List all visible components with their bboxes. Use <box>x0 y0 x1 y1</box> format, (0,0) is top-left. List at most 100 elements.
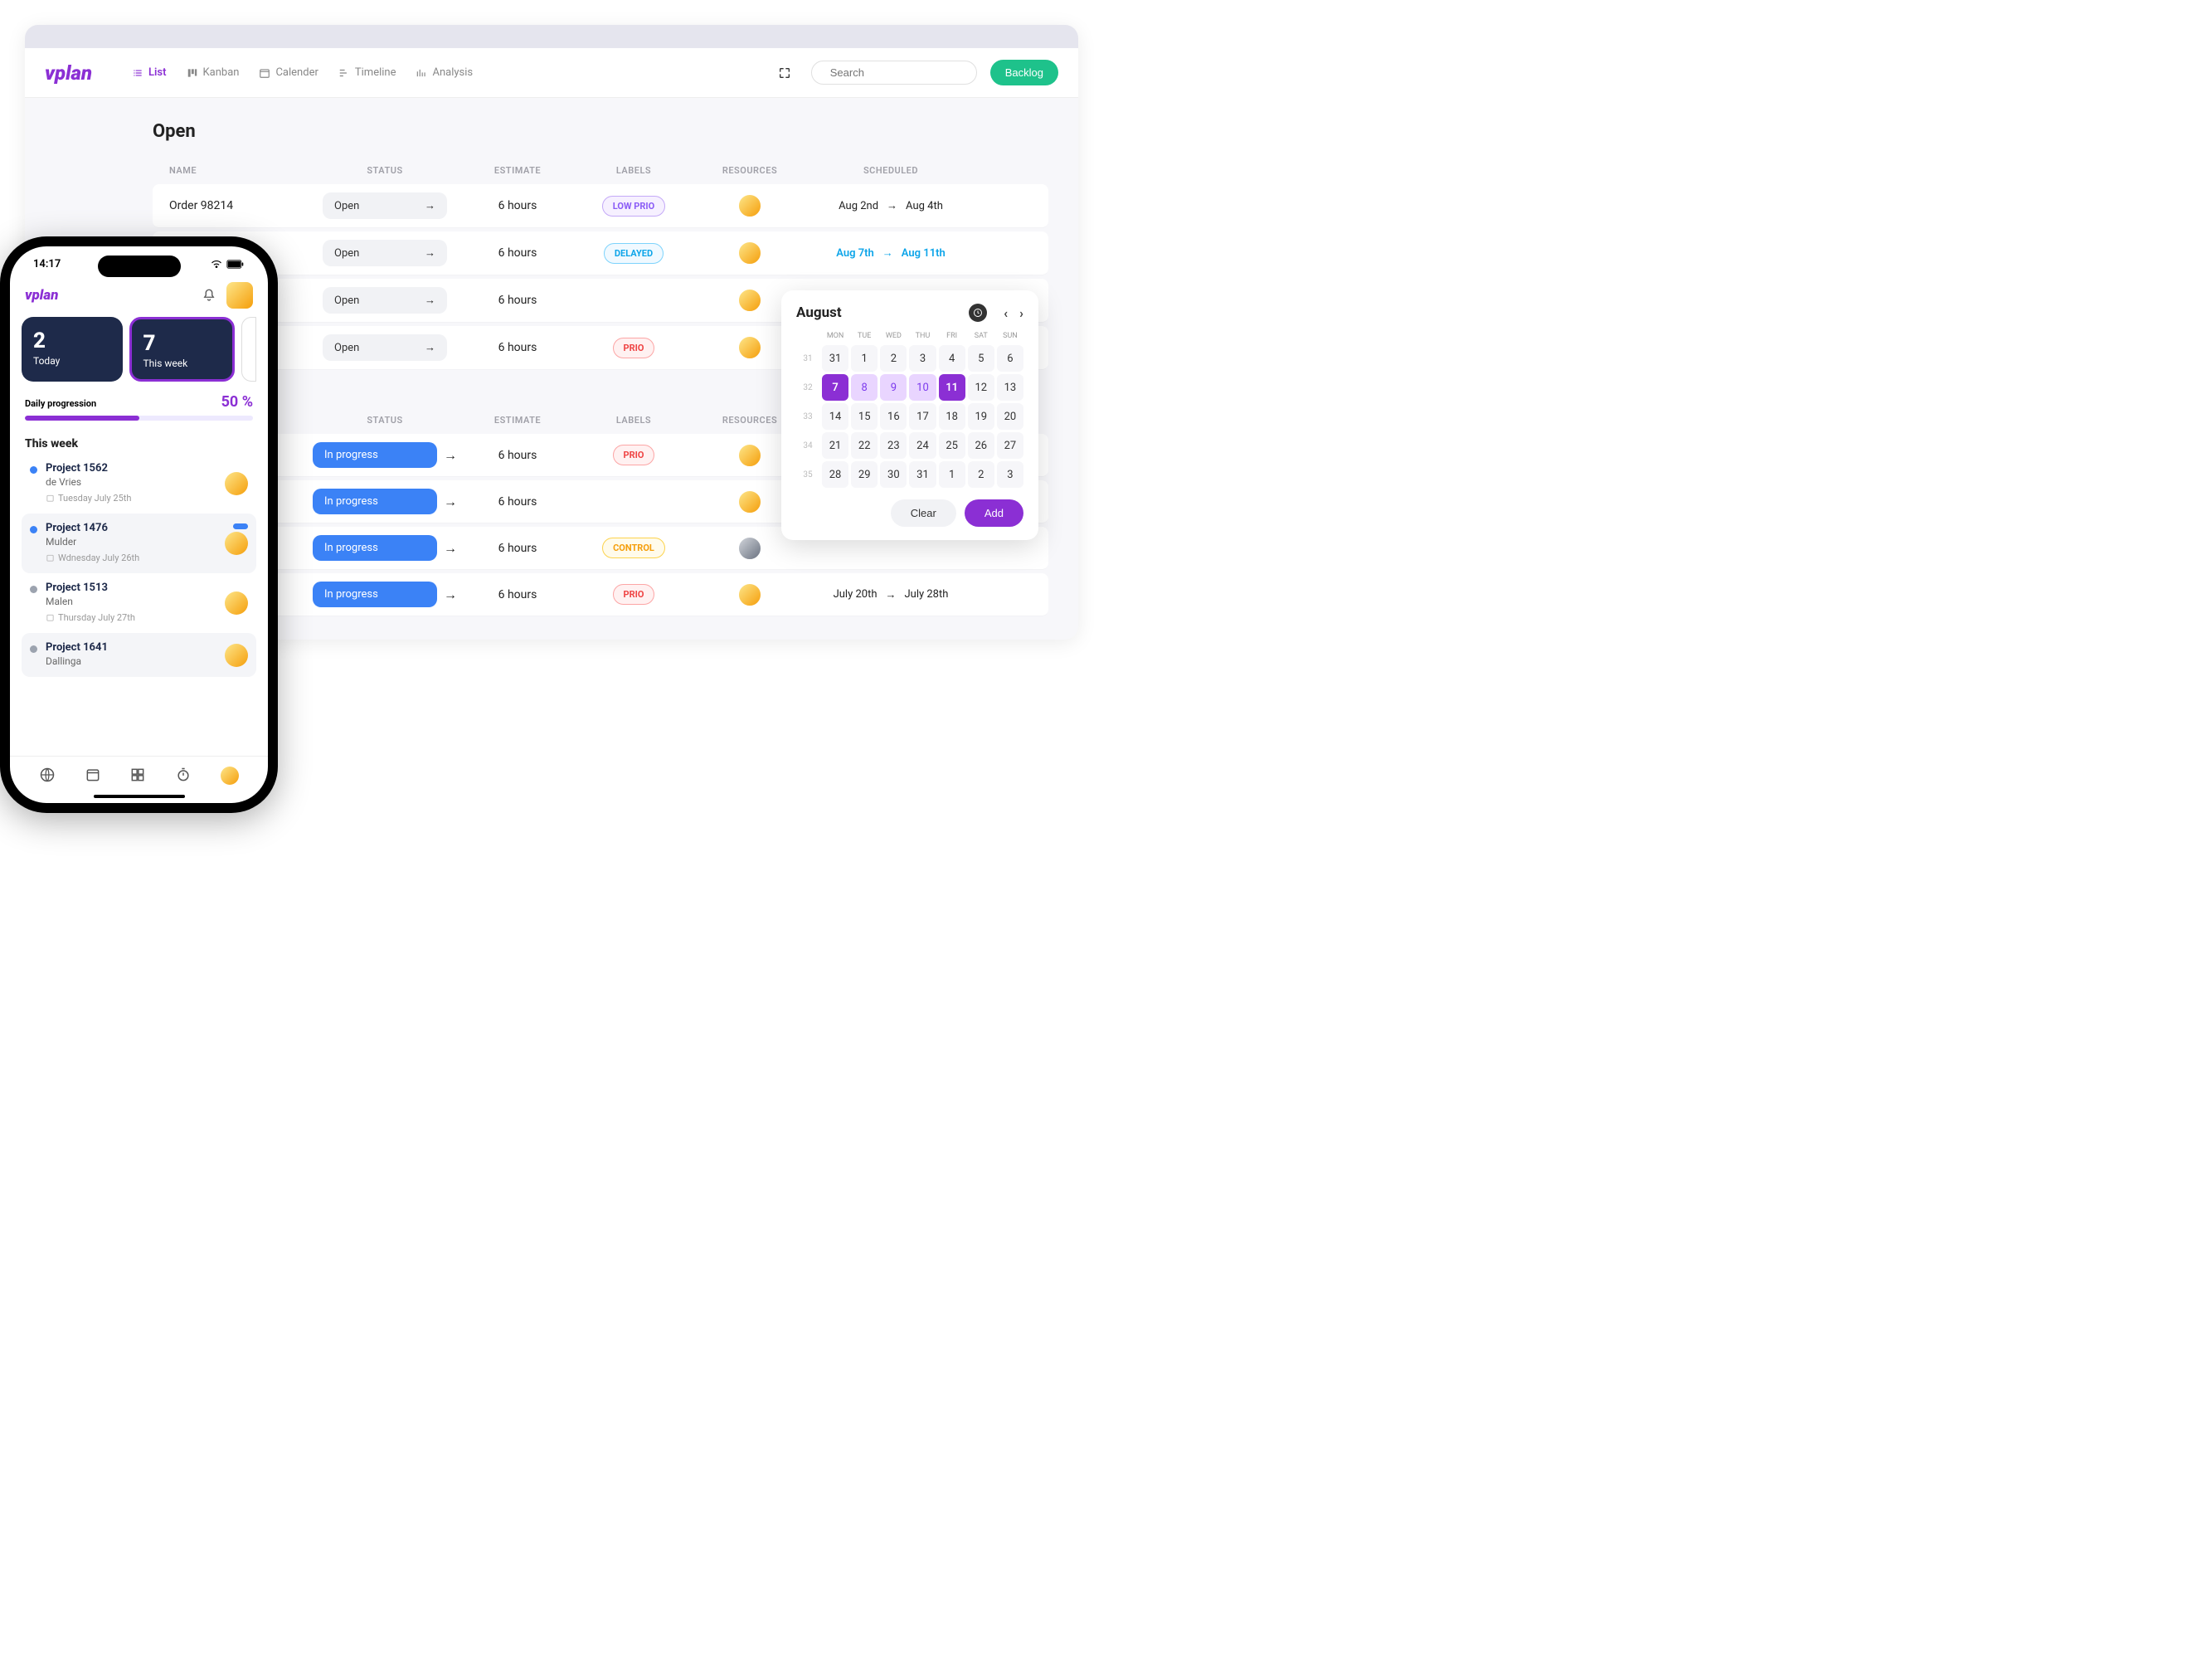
avatar[interactable] <box>737 536 762 561</box>
dp-day[interactable]: 20 <box>997 403 1023 430</box>
stat-card-week[interactable]: 7 This week <box>129 317 236 382</box>
dp-day[interactable]: 21 <box>822 432 848 459</box>
dp-day[interactable]: 3 <box>997 461 1023 488</box>
dp-day[interactable]: 15 <box>851 403 878 430</box>
expand-icon[interactable] <box>778 66 791 80</box>
tab-analysis[interactable]: Analysis <box>416 66 473 79</box>
avatar[interactable] <box>737 288 762 313</box>
dp-day[interactable]: 9 <box>880 374 907 401</box>
stopwatch-icon[interactable] <box>175 767 192 783</box>
dp-day[interactable]: 28 <box>822 461 848 488</box>
cell-scheduled[interactable]: July 20th→July 28th <box>808 588 974 601</box>
dp-day[interactable]: 5 <box>968 345 994 372</box>
list-item[interactable]: Project 1562 de Vries Tuesday July 25th <box>22 454 256 514</box>
calendar-icon <box>259 67 270 79</box>
dp-day[interactable]: 6 <box>997 345 1023 372</box>
tab-avatar[interactable] <box>221 767 239 785</box>
dp-day[interactable]: 30 <box>880 461 907 488</box>
avatar[interactable] <box>225 472 248 495</box>
dp-day[interactable]: 1 <box>851 345 878 372</box>
table-row[interactable]: Order 98214 Open→ 6 hours LOW PRIO Aug 2… <box>153 184 1048 228</box>
avatar[interactable] <box>225 644 248 667</box>
status-pill[interactable]: In progress <box>313 582 437 607</box>
backlog-button[interactable]: Backlog <box>990 60 1058 85</box>
stat-card-peek[interactable] <box>241 317 256 382</box>
dp-day[interactable]: 7 <box>822 374 848 401</box>
status-pill[interactable]: In progress <box>313 489 437 514</box>
dp-add-button[interactable]: Add <box>965 499 1023 527</box>
dp-day[interactable]: 17 <box>909 403 936 430</box>
clock-icon[interactable] <box>969 304 987 322</box>
dp-day[interactable]: 10 <box>909 374 936 401</box>
progress-value: 50 % <box>221 393 253 411</box>
dp-day[interactable]: 2 <box>880 345 907 372</box>
dp-day[interactable]: 26 <box>968 432 994 459</box>
search-box[interactable] <box>811 61 977 85</box>
status-pill[interactable]: Open→ <box>323 192 447 219</box>
dp-dow-cell: FRI <box>939 332 965 340</box>
dp-day[interactable]: 1 <box>939 461 965 488</box>
avatar[interactable] <box>737 443 762 468</box>
user-avatar[interactable] <box>226 282 253 309</box>
dp-day[interactable]: 18 <box>939 403 965 430</box>
table-row[interactable]: Open→ 6 hours DELAYED Aug 7th→Aug 11th <box>153 231 1048 275</box>
globe-icon[interactable] <box>39 767 56 783</box>
list-item[interactable]: Project 1476 Mulder Wdnesday July 26th <box>22 514 256 573</box>
avatar[interactable] <box>225 591 248 615</box>
sched-from: Aug 2nd <box>839 200 878 212</box>
avatar[interactable] <box>737 335 762 360</box>
dp-day[interactable]: 8 <box>851 374 878 401</box>
avatar[interactable] <box>737 241 762 265</box>
cell-label: PRIO <box>576 445 692 465</box>
dp-day[interactable]: 31 <box>822 345 848 372</box>
dp-day[interactable]: 3 <box>909 345 936 372</box>
phone-project-list[interactable]: Project 1562 de Vries Tuesday July 25th … <box>10 454 268 756</box>
tab-kanban[interactable]: Kanban <box>187 66 240 79</box>
cell-scheduled[interactable]: Aug 7th→Aug 11th <box>808 246 974 260</box>
dp-next[interactable]: › <box>1019 305 1023 321</box>
cell-scheduled[interactable]: Aug 2nd→Aug 4th <box>808 199 974 212</box>
dp-day[interactable]: 16 <box>880 403 907 430</box>
avatar[interactable] <box>225 532 248 555</box>
search-input[interactable] <box>830 66 976 79</box>
dp-day[interactable]: 25 <box>939 432 965 459</box>
tab-timeline[interactable]: Timeline <box>338 66 396 79</box>
stat-card-today[interactable]: 2 Today <box>22 317 123 382</box>
dp-day[interactable]: 11 <box>939 374 965 401</box>
dp-day[interactable]: 19 <box>968 403 994 430</box>
cell-resource <box>692 193 808 218</box>
status-pill[interactable]: In progress <box>313 442 437 468</box>
arrow-right-icon: → <box>425 294 435 307</box>
status-pill[interactable]: In progress <box>313 535 437 561</box>
tab-list[interactable]: List <box>132 66 166 79</box>
dp-day[interactable]: 23 <box>880 432 907 459</box>
dp-day[interactable]: 12 <box>968 374 994 401</box>
list-item[interactable]: Project 1513 Malen Thursday July 27th <box>22 573 256 633</box>
dp-day[interactable]: 14 <box>822 403 848 430</box>
dp-day[interactable]: 24 <box>909 432 936 459</box>
dp-day[interactable]: 31 <box>909 461 936 488</box>
status-pill[interactable]: Open→ <box>323 334 447 361</box>
list-item[interactable]: Project 1641 Dallinga <box>22 633 256 677</box>
dp-day[interactable]: 2 <box>968 461 994 488</box>
avatar[interactable] <box>737 582 762 607</box>
dp-day[interactable]: 29 <box>851 461 878 488</box>
dp-day[interactable]: 22 <box>851 432 878 459</box>
dp-day[interactable]: 4 <box>939 345 965 372</box>
status-pill[interactable]: Open→ <box>323 287 447 314</box>
status-pill[interactable]: Open→ <box>323 240 447 266</box>
tab-calendar[interactable]: Calender <box>259 66 318 79</box>
dp-day[interactable]: 13 <box>997 374 1023 401</box>
bell-icon[interactable] <box>202 288 216 303</box>
avatar[interactable] <box>737 193 762 218</box>
item-date: Thursday July 27th <box>46 612 248 623</box>
avatar[interactable] <box>737 489 762 514</box>
stat-week-label: This week <box>143 358 221 369</box>
col-labels: LABELS <box>576 165 692 176</box>
grid-icon[interactable] <box>129 767 146 783</box>
dp-clear-button[interactable]: Clear <box>891 499 956 527</box>
calendar-tab-icon[interactable] <box>85 767 101 783</box>
table-row[interactable]: In progress → 6 hours PRIO July 20th→Jul… <box>153 573 1048 616</box>
dp-prev[interactable]: ‹ <box>1004 305 1008 321</box>
dp-day[interactable]: 27 <box>997 432 1023 459</box>
